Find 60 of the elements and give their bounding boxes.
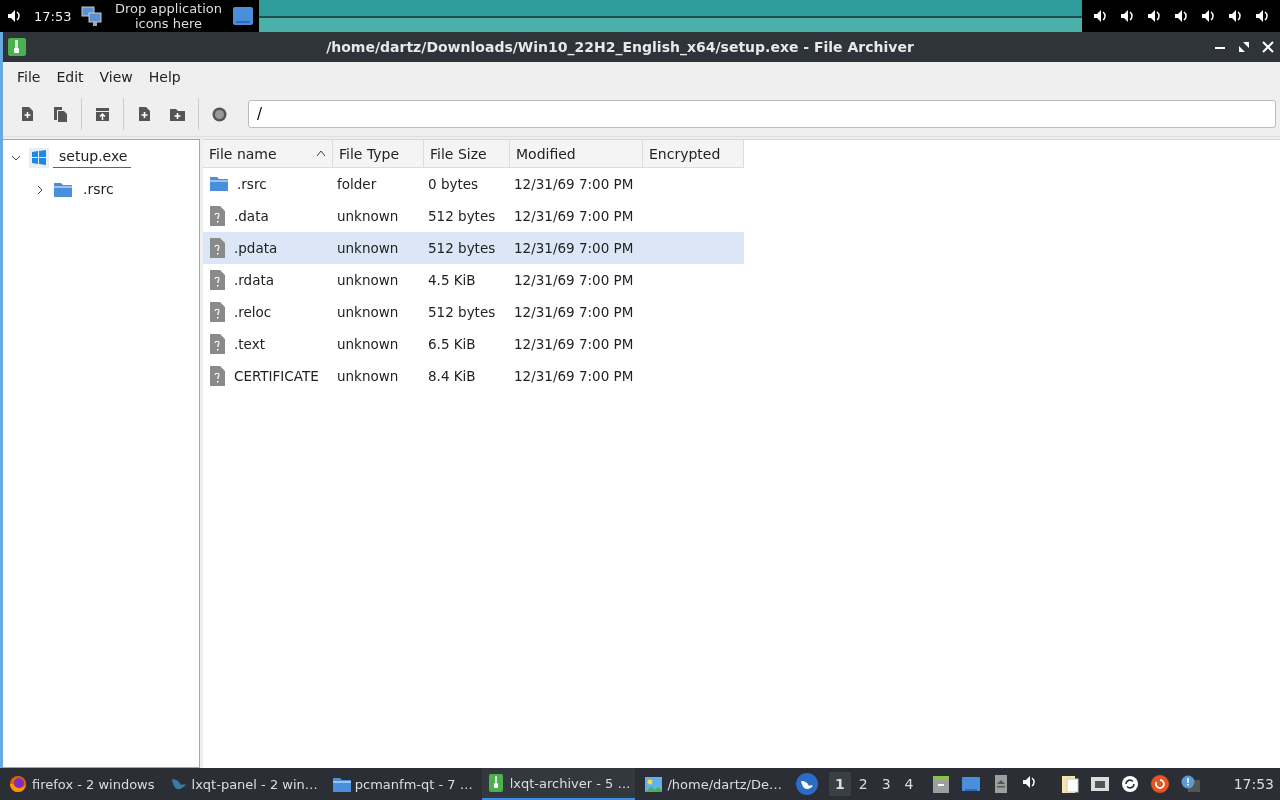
tree-item[interactable]: setup.exe — [53, 148, 132, 168]
window-title: /home/dartz/Downloads/Win10_22H2_English_x64/setup.exe - File Archiver — [325, 39, 915, 55]
file-name: .rsrc — [237, 176, 267, 192]
modified-date: 12/31/69 7:00 PM — [514, 272, 634, 288]
column-header[interactable]: File Size — [424, 140, 510, 168]
file-row[interactable]: CERTIFICATE unknown 8.4 KiB 12/31/69 7:00 PM — [203, 360, 744, 392]
taskbar-button[interactable]: firefox - 2 windows — [4, 768, 160, 800]
file-type: unknown — [337, 336, 399, 352]
menu-item[interactable]: Help — [140, 69, 189, 85]
file-row[interactable]: .rsrc folder 0 bytes 12/31/69 7:00 PM — [203, 168, 744, 200]
menu-item[interactable]: Edit — [48, 69, 92, 85]
modified-date: 12/31/69 7:00 PM — [514, 208, 634, 224]
file-name: .text — [234, 336, 265, 352]
file-size: 8.4 KiB — [428, 368, 476, 384]
file-type: unknown — [337, 304, 399, 320]
file-size: 6.5 KiB — [428, 336, 476, 352]
file-type: unknown — [337, 368, 399, 384]
desktop-switch[interactable]: 4 — [898, 772, 920, 796]
file-type: unknown — [337, 272, 399, 288]
tree-item[interactable]: .rsrc — [77, 180, 118, 200]
file-name: .reloc — [234, 304, 272, 320]
column-header[interactable]: Modified — [510, 140, 643, 168]
menu-item[interactable]: File — [9, 69, 49, 85]
column-header[interactable]: File name — [203, 140, 333, 168]
modified-date: 12/31/69 7:00 PM — [514, 240, 634, 256]
modified-date: 12/31/69 7:00 PM — [514, 176, 634, 192]
menu-item[interactable]: View — [91, 69, 141, 85]
file-name: .data — [234, 208, 269, 224]
file-size: 4.5 KiB — [428, 272, 476, 288]
location-field[interactable]: / — [248, 100, 1276, 128]
desktop-switch[interactable]: 3 — [875, 772, 897, 796]
file-name: .pdata — [234, 240, 278, 256]
file-row[interactable]: .text unknown 6.5 KiB 12/31/69 7:00 PM — [203, 328, 744, 360]
file-size: 512 bytes — [428, 240, 496, 256]
modified-date: 12/31/69 7:00 PM — [514, 304, 634, 320]
clock: 17:53 — [1233, 776, 1274, 792]
file-row[interactable]: .data unknown 512 bytes 12/31/69 7:00 PM — [203, 200, 744, 232]
modified-date: 12/31/69 7:00 PM — [514, 336, 634, 352]
taskbar-button[interactable]: pcmanfm-qt - 7 … — [326, 768, 478, 800]
file-type: unknown — [337, 208, 399, 224]
drop-hint: Drop application icons here — [113, 1, 224, 31]
file-row[interactable]: .reloc unknown 512 bytes 12/31/69 7:00 PM — [203, 296, 744, 328]
file-size: 512 bytes — [428, 304, 496, 320]
column-header[interactable]: File Type — [333, 140, 424, 168]
file-type: folder — [337, 176, 377, 192]
file-size: 512 bytes — [428, 208, 496, 224]
modified-date: 12/31/69 7:00 PM — [514, 368, 634, 384]
file-type: unknown — [337, 240, 399, 256]
taskbar-button[interactable]: lxqt-archiver - 5 … — [481, 768, 636, 800]
file-row[interactable]: .pdata unknown 512 bytes 12/31/69 7:00 PM — [203, 232, 744, 264]
file-size: 0 bytes — [428, 176, 479, 192]
desktop-switch[interactable]: 2 — [852, 772, 874, 796]
taskbar-button[interactable]: /home/dartz/De… — [639, 768, 787, 800]
desktop-switch[interactable]: 1 — [829, 772, 851, 796]
file-name: CERTIFICATE — [234, 368, 319, 384]
taskbar-button[interactable]: lxqt-panel - 2 win… — [163, 768, 323, 800]
file-name: .rdata — [234, 272, 274, 288]
clock: 17:53 — [34, 8, 72, 24]
file-row[interactable]: .rdata unknown 4.5 KiB 12/31/69 7:00 PM — [203, 264, 744, 296]
column-header[interactable]: Encrypted — [643, 140, 744, 168]
